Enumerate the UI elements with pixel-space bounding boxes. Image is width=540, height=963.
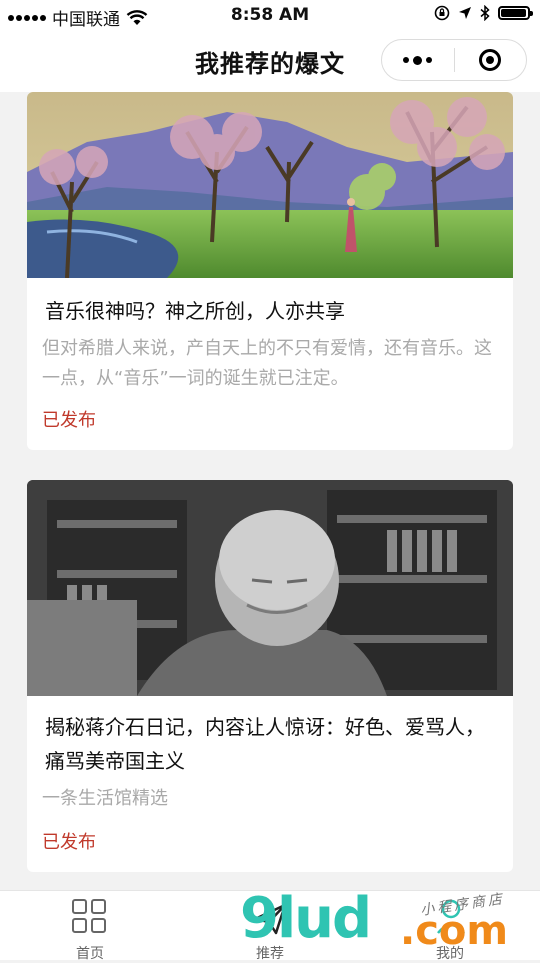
article-status-badge: 已发布	[42, 410, 96, 431]
article-status-badge: 已发布	[42, 832, 96, 853]
landscape-painting-image	[27, 92, 513, 278]
article-description: 但对希腊人来说，产自天上的不只有爱情，还有音乐。这一点，从“音乐”一词的诞生就已…	[42, 338, 492, 389]
more-button[interactable]	[382, 40, 454, 80]
tab-home[interactable]: 首页	[0, 891, 180, 962]
article-image-portrait	[27, 480, 513, 696]
article-image-landscape	[27, 92, 513, 278]
orientation-lock-icon	[434, 5, 450, 21]
close-mini-program-button[interactable]	[455, 40, 527, 80]
tab-mine[interactable]: 我的	[360, 891, 540, 962]
article-title[interactable]: 音乐很神吗？神之所创，人亦共享	[27, 294, 513, 328]
tab-label: 首页	[76, 946, 104, 962]
article-card[interactable]: 音乐很神吗？神之所创，人亦共享 但对希腊人来说，产自天上的不只有爱情，还有音乐。…	[27, 92, 513, 450]
close-target-icon	[479, 49, 502, 71]
paper-plane-icon	[253, 903, 287, 935]
portrait-photo-image	[27, 480, 513, 696]
article-title[interactable]: 揭秘蒋介石日记，内容让人惊讶：好色、爱骂人，痛骂美帝国主义	[27, 710, 513, 778]
status-bar: 中国联通 8:58 AM	[0, 0, 540, 30]
bluetooth-icon	[480, 5, 490, 21]
location-icon	[459, 7, 471, 19]
tab-label: 我的	[436, 946, 464, 962]
tab-recommend[interactable]: 推荐	[180, 891, 360, 962]
navigation-bar: 我推荐的爆文	[0, 30, 540, 92]
tab-label: 推荐	[256, 946, 284, 962]
mini-program-capsule	[381, 39, 527, 81]
article-description: 一条生活馆精选	[42, 788, 168, 809]
battery-icon	[498, 6, 533, 20]
tab-bar: 首页 推荐 我的	[0, 890, 540, 962]
article-card[interactable]: 揭秘蒋介石日记，内容让人惊讶：好色、爱骂人，痛骂美帝国主义 一条生活馆精选 已发…	[27, 480, 513, 872]
grid-icon	[72, 899, 110, 937]
status-icons	[434, 5, 533, 21]
more-icon	[403, 55, 433, 65]
user-icon	[437, 899, 465, 934]
